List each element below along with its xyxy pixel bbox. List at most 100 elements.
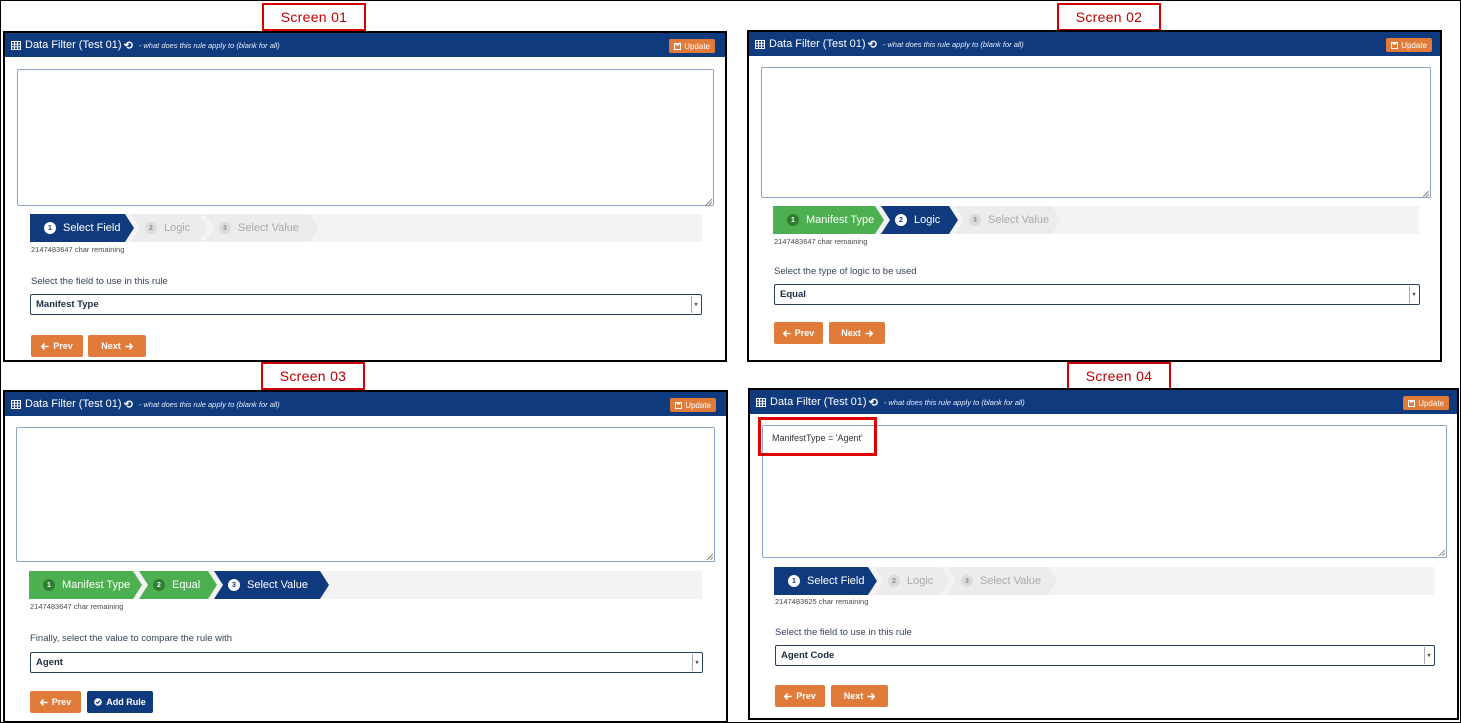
step-number: 1: [788, 575, 800, 587]
field-select[interactable]: Manifest Type ▾: [30, 294, 702, 315]
rule-textarea[interactable]: [17, 69, 714, 206]
resize-grip-icon[interactable]: [705, 198, 712, 205]
step-equal[interactable]: 2 Equal: [139, 571, 217, 599]
prev-button[interactable]: Prev: [775, 685, 825, 707]
update-button[interactable]: Update: [1403, 396, 1449, 410]
panel-title: Data Filter (Test 01): [770, 396, 867, 408]
char-remaining: 2147483647 char remaining: [774, 237, 868, 246]
prev-label: Prev: [53, 341, 73, 351]
step-logic[interactable]: 2 Logic: [874, 567, 950, 595]
step-manifest-type[interactable]: 1 Manifest Type: [29, 571, 142, 599]
arrow-left-icon: [41, 342, 49, 350]
field-select[interactable]: Agent Code ▾: [775, 645, 1435, 666]
step-select-value[interactable]: 3 Select Value: [955, 206, 1061, 234]
save-icon: [1391, 41, 1399, 49]
panel-header: Data Filter (Test 01) ⟲ - what does this…: [750, 390, 1457, 414]
step-number: 1: [44, 222, 56, 234]
rule-textarea[interactable]: [16, 427, 715, 562]
screen-label-3: Screen 03: [261, 362, 365, 390]
step-number: 3: [969, 214, 981, 226]
char-remaining: 2147483647 char remaining: [30, 602, 124, 611]
step-number: 1: [787, 214, 799, 226]
next-label: Next: [101, 341, 121, 351]
arrow-left-icon: [39, 698, 48, 706]
step-select-value[interactable]: 3 Select Value: [214, 571, 329, 599]
next-button[interactable]: Next: [88, 335, 146, 357]
step-logic[interactable]: 2 Logic: [131, 214, 208, 242]
char-remaining: 2147483625 char remaining: [775, 597, 869, 606]
step-label: Manifest Type: [62, 579, 131, 591]
screen-label-4: Screen 04: [1067, 362, 1171, 390]
arrow-left-icon: [784, 692, 792, 700]
step-label: Select Value: [988, 214, 1049, 226]
resize-grip-icon[interactable]: [1422, 190, 1429, 197]
field-prompt: Finally, select the value to compare the…: [30, 633, 233, 644]
panel-hint: - what does this rule apply to (blank fo…: [138, 399, 280, 409]
step-logic[interactable]: 2 Logic: [881, 206, 958, 234]
panel-title: Data Filter (Test 01): [25, 39, 122, 51]
step-number: 2: [153, 579, 165, 591]
value-select[interactable]: Agent ▾: [30, 652, 703, 673]
prev-label: Prev: [51, 697, 72, 707]
char-remaining: 2147483647 char remaining: [31, 245, 125, 254]
screen2-panel: Data Filter (Test 01) ⟲ - what does this…: [747, 30, 1442, 362]
update-label: Update: [1418, 398, 1444, 408]
update-label: Update: [684, 41, 710, 51]
select-value: Manifest Type: [36, 299, 99, 310]
history-icon[interactable]: ⟲: [124, 39, 133, 52]
field-prompt: Select the type of logic to be used: [774, 266, 917, 277]
field-prompt: Select the field to use in this rule: [31, 276, 168, 287]
wizard-stepper: 1 Manifest Type 2 Logic 3 Select Value: [773, 206, 1419, 234]
update-button[interactable]: Update: [1386, 38, 1432, 52]
select-value: Agent: [36, 657, 63, 668]
chevron-down-icon[interactable]: ▾: [691, 296, 700, 313]
next-label: Next: [843, 691, 864, 701]
check-circle-icon: [94, 698, 103, 706]
add-rule-button[interactable]: Add Rule: [87, 691, 153, 713]
save-icon: [1408, 399, 1416, 407]
table-icon: [756, 397, 766, 407]
prev-label: Prev: [794, 328, 815, 338]
table-icon: [755, 39, 765, 49]
panel-title: Data Filter (Test 01): [769, 38, 866, 50]
step-select-field[interactable]: 1 Select Field: [30, 214, 134, 242]
resize-grip-icon[interactable]: [706, 553, 713, 560]
rule-text-highlight: [758, 417, 877, 456]
prev-button[interactable]: Prev: [30, 691, 81, 713]
prev-button[interactable]: Prev: [774, 322, 823, 344]
resize-grip-icon[interactable]: [1438, 549, 1445, 556]
add-rule-label: Add Rule: [106, 697, 146, 707]
panel-hint: - what does this rule apply to (blank fo…: [882, 39, 1024, 49]
step-label: Select Field: [63, 222, 121, 234]
step-label: Select Value: [247, 579, 308, 591]
step-number: 1: [43, 579, 55, 591]
step-label: Equal: [172, 579, 201, 591]
chevron-down-icon[interactable]: ▾: [692, 654, 701, 671]
step-manifest-type[interactable]: 1 Manifest Type: [773, 206, 884, 234]
step-select-value[interactable]: 3 Select Value: [947, 567, 1057, 595]
panel-header: Data Filter (Test 01) ⟲ - what does this…: [5, 392, 726, 416]
update-button[interactable]: Update: [670, 398, 716, 412]
step-select-field[interactable]: 1 Select Field: [774, 567, 877, 595]
panel-hint: - what does this rule apply to (blank fo…: [883, 397, 1025, 407]
select-value: Equal: [780, 289, 806, 300]
next-button[interactable]: Next: [831, 685, 888, 707]
save-icon: [674, 42, 682, 50]
chevron-down-icon[interactable]: ▾: [1409, 286, 1418, 303]
chevron-down-icon[interactable]: ▾: [1424, 647, 1433, 664]
wizard-stepper: 1 Select Field 2 Logic 3 Select Value: [30, 214, 702, 242]
history-icon[interactable]: ⟲: [868, 38, 877, 51]
history-icon[interactable]: ⟲: [869, 396, 878, 409]
rule-textarea[interactable]: [761, 67, 1431, 198]
prev-button[interactable]: Prev: [31, 335, 83, 357]
step-label: Logic: [914, 214, 941, 226]
arrow-right-icon: [125, 342, 133, 350]
update-button[interactable]: Update: [669, 39, 715, 53]
history-icon[interactable]: ⟲: [124, 398, 133, 411]
step-select-value[interactable]: 3 Select Value: [205, 214, 319, 242]
next-button[interactable]: Next: [829, 322, 885, 344]
step-number: 3: [228, 579, 240, 591]
logic-select[interactable]: Equal ▾: [774, 284, 1420, 305]
comparison-stage: Screen 01 Screen 02 Screen 03 Screen 04 …: [0, 0, 1461, 723]
panel-header: Data Filter (Test 01) ⟲ - what does this…: [749, 32, 1440, 56]
